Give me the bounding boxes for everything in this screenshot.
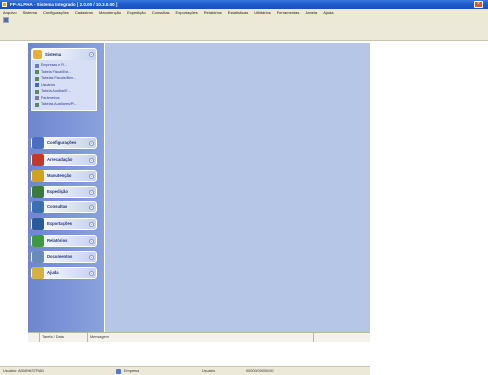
chevron-down-icon[interactable]: » (89, 254, 94, 260)
app-icon (2, 2, 7, 7)
chevron-down-icon[interactable]: » (89, 204, 94, 210)
menu-item-expedicao[interactable]: Expedição (124, 9, 149, 16)
explorer-sidebar: Sistema « Empresas e Fi... Tabela Fiscal… (28, 43, 104, 332)
close-button[interactable]: × (474, 1, 483, 8)
panel-sistema: Sistema « Empresas e Fi... Tabela Fiscal… (31, 48, 97, 111)
group-manutencao[interactable]: Manutenção » (31, 170, 97, 182)
panel-sistema-header[interactable]: Sistema « (32, 49, 96, 60)
task-label: Parâmetros (41, 95, 60, 100)
grid-col-task-date[interactable]: Tarefa / Data (40, 333, 88, 342)
group-label: Ajuda (47, 270, 59, 275)
status-company: Empresa (124, 369, 140, 373)
table-icon (35, 76, 39, 81)
toolbar-tool-icon[interactable] (3, 17, 9, 23)
settings-icon (35, 96, 39, 100)
task-label: Tabelas Auxiliares/Pl... (41, 102, 77, 106)
group-documentos[interactable]: Documentos » (31, 251, 97, 263)
documentos-icon (32, 251, 44, 263)
consultas-icon (32, 201, 44, 213)
menu-item-manutencao[interactable]: Manutenção (96, 9, 124, 16)
chevron-down-icon[interactable]: » (89, 140, 94, 146)
group-ajuda[interactable]: Ajuda » (31, 267, 97, 279)
menu-item-utilitarios[interactable]: Utilitários (251, 9, 273, 16)
status-extra: Usuário (202, 369, 216, 373)
group-consultas[interactable]: Consultas » (31, 201, 97, 213)
menu-item-arquivo[interactable]: Arquivo (0, 9, 20, 16)
title-bar: FP-ALPHA - Sistema Integrado [ 2.0.00 / … (0, 0, 488, 9)
menu-item-relatorios[interactable]: Relatórios (201, 9, 225, 16)
group-relatorios[interactable]: Relatórios » (31, 235, 97, 247)
chevron-down-icon[interactable]: » (89, 189, 94, 195)
table-icon (35, 89, 39, 94)
arrecadacao-icon (32, 154, 44, 166)
message-grid: Tarefa / Data Mensagem (28, 332, 370, 342)
chevron-up-icon[interactable]: « (89, 52, 94, 57)
application-window: FP-ALPHA - Sistema Integrado [ 2.0.00 / … (0, 0, 488, 375)
menu-item-configuracoes[interactable]: Configurações (40, 9, 72, 16)
window-title: FP-ALPHA - Sistema Integrado [ 2.0.00 / … (10, 2, 118, 7)
menu-item-exportacoes[interactable]: Exportações (173, 9, 201, 16)
exportacoes-icon (32, 218, 44, 230)
grid-col-extra (314, 333, 370, 342)
menu-item-sistema[interactable]: Sistema (20, 9, 40, 16)
panel-sistema-tasks: Empresas e Fi... Tabela Fiscal/Est... Ta… (32, 60, 96, 110)
task-tabelas-auxiliares[interactable]: Tabelas Auxiliares/Pl... (35, 101, 94, 108)
group-label: Configurações (47, 140, 77, 145)
menu-item-ajuda[interactable]: Ajuda (320, 9, 336, 16)
task-label: Tabelas Fiscais/Ben... (41, 76, 76, 80)
group-label: Consultas (47, 204, 68, 209)
task-label: Empresas e Fi... (41, 63, 68, 67)
menu-item-janela[interactable]: Janela (302, 9, 320, 16)
group-label: Expedição (47, 189, 68, 194)
chevron-down-icon[interactable]: » (89, 238, 94, 244)
expedicao-icon (32, 186, 44, 198)
chevron-down-icon[interactable]: » (89, 157, 94, 163)
group-expedicao[interactable]: Expedição » (31, 186, 97, 198)
status-code: 00000/00000/00 (246, 369, 274, 373)
menu-item-estatisticas[interactable]: Estatísticas (225, 9, 251, 16)
help-icon (32, 267, 44, 279)
grid-col-message[interactable]: Mensagem (88, 333, 314, 342)
relatorios-icon (32, 235, 44, 247)
group-label: Relatórios (47, 238, 68, 243)
group-label: Exportações (47, 221, 73, 226)
table-icon (35, 70, 39, 74)
config-icon (32, 137, 44, 149)
grid-col-marker (28, 333, 40, 342)
group-label: Arrecadação (47, 157, 73, 162)
group-exportacoes[interactable]: Exportações » (31, 218, 97, 230)
maintenance-icon (32, 170, 44, 182)
menu-bar: Arquivo Sistema Configurações Cadastros Manu… (0, 9, 488, 16)
table-icon (35, 102, 39, 107)
status-bar: Usuário: ADMINISTRAD Empresa Usuário 000… (0, 366, 370, 375)
mdi-workspace (105, 43, 370, 333)
group-label: Manutenção (47, 173, 72, 178)
company-icon (116, 369, 121, 374)
group-label: Documentos (47, 254, 73, 259)
chevron-down-icon[interactable]: » (89, 270, 94, 276)
panel-sistema-label: Sistema (45, 52, 62, 57)
folder-icon (33, 50, 42, 59)
menu-item-ferramentas[interactable]: Ferramentas (274, 9, 303, 16)
task-label: Tabela Fiscal/Est... (41, 69, 72, 74)
chevron-down-icon[interactable]: » (89, 221, 94, 227)
menu-item-cadastros[interactable]: Cadastros (72, 9, 96, 16)
toolbar (0, 16, 488, 41)
task-label: Usuários (41, 82, 56, 87)
group-configuracoes[interactable]: Configurações » (31, 137, 97, 149)
menu-item-consultas[interactable]: Consultas (149, 9, 173, 16)
group-arrecadacao[interactable]: Arrecadação » (31, 154, 97, 166)
chevron-down-icon[interactable]: » (89, 173, 94, 179)
users-icon (35, 83, 39, 87)
task-label: Tabela Auxiliar/E... (41, 89, 71, 93)
status-user: Usuário: ADMINISTRAD (3, 369, 45, 373)
company-icon (35, 63, 39, 68)
